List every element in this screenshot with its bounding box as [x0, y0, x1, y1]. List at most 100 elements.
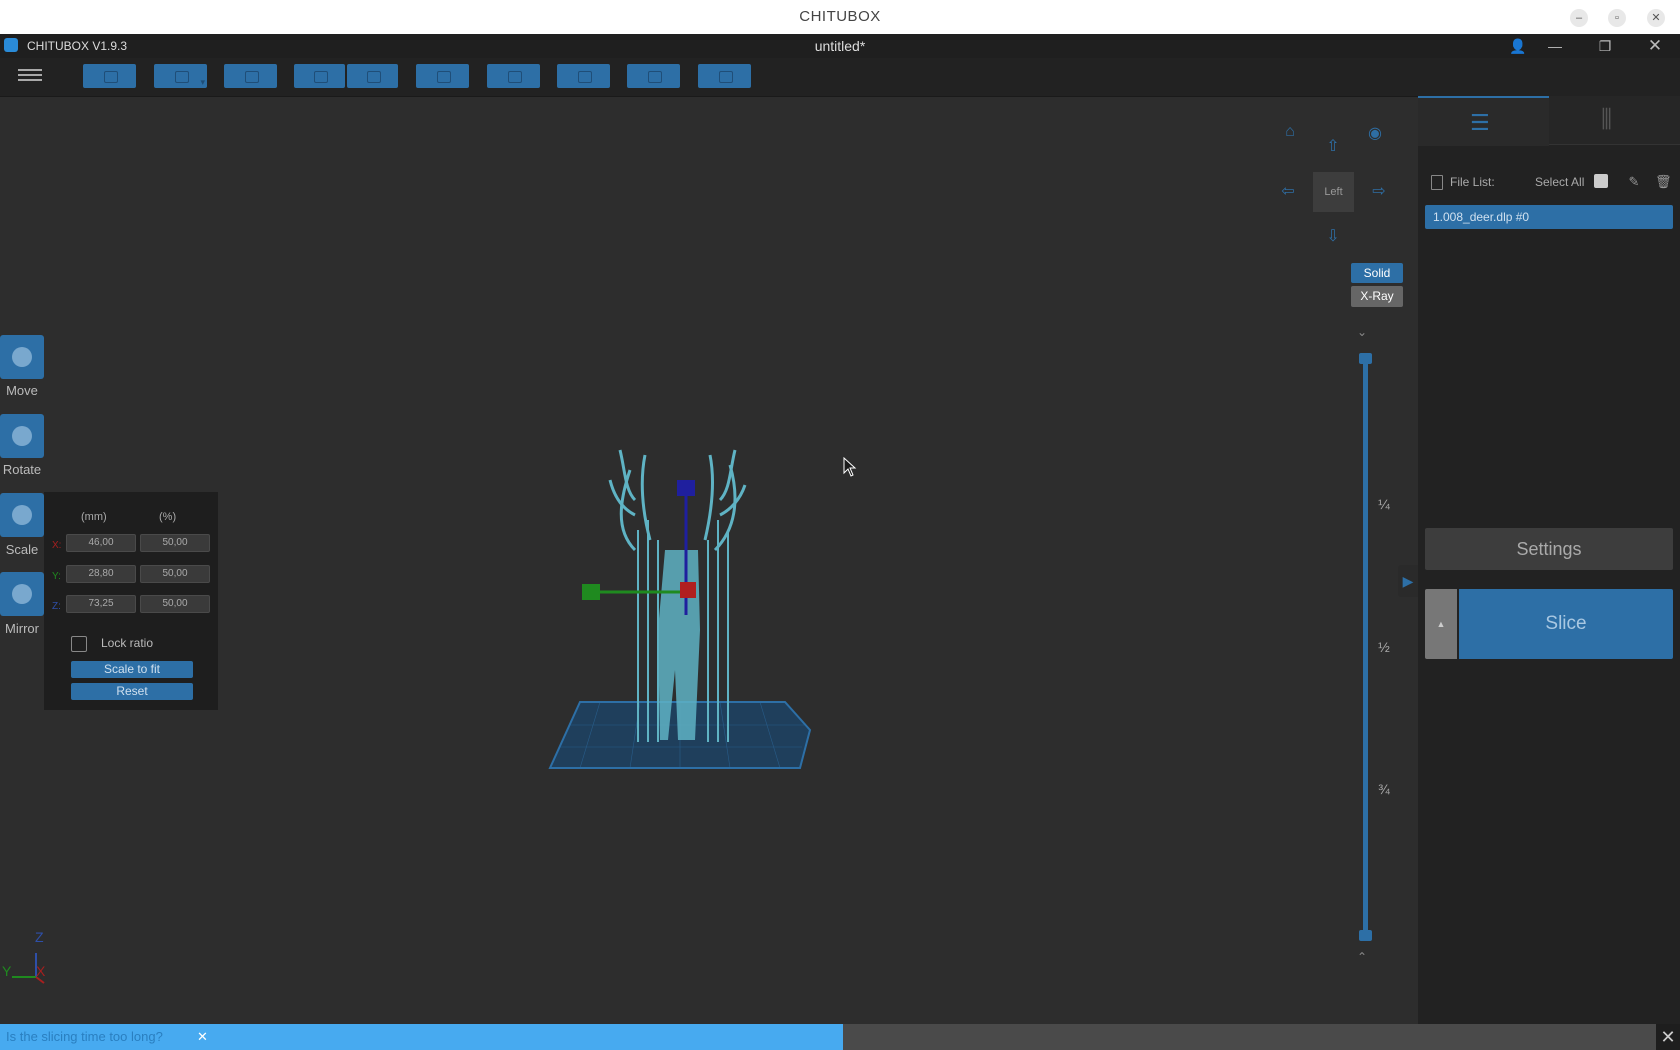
- scale-z-mm-input[interactable]: 73,25: [66, 595, 136, 613]
- notification-link[interactable]: Is the slicing time too long?: [6, 1024, 163, 1050]
- gizmo-z-handle[interactable]: [677, 480, 695, 496]
- save-button[interactable]: ▾: [154, 64, 207, 88]
- auto-layout-button[interactable]: [224, 64, 277, 88]
- file-list-item[interactable]: 1.008_deer.dlp #0: [1425, 205, 1673, 229]
- lock-ratio-label: Lock ratio: [101, 636, 154, 650]
- dig-hole-button[interactable]: [557, 64, 610, 88]
- edit-icon[interactable]: ✎: [1626, 174, 1642, 190]
- tab-print-settings[interactable]: ☰: [1418, 96, 1549, 146]
- copy-button[interactable]: [416, 64, 469, 88]
- rotate-icon: [12, 426, 32, 446]
- scale-tool-label: Scale: [5, 542, 39, 557]
- scale-icon: [12, 505, 32, 525]
- gizmo-x-handle[interactable]: [680, 582, 696, 598]
- chevron-down-icon[interactable]: ▾: [200, 77, 205, 88]
- layer-slider-top-handle[interactable]: [1359, 353, 1372, 364]
- move-icon: [12, 347, 32, 367]
- measure-button[interactable]: [627, 64, 680, 88]
- slider-down-chevron-icon[interactable]: ⌄: [1357, 325, 1367, 339]
- app-title-bar: [0, 34, 1680, 58]
- collapse-panel-arrow-icon[interactable]: ▶: [1398, 565, 1418, 597]
- hollow-icon: [507, 71, 522, 83]
- minimize-icon[interactable]: —: [1540, 34, 1570, 58]
- reset-button[interactable]: Reset: [71, 683, 193, 700]
- notification-bar-remainder: [843, 1024, 1656, 1050]
- xray-mode-button[interactable]: X-Ray: [1351, 286, 1403, 307]
- select-all-checkbox[interactable]: [1594, 174, 1608, 188]
- mirror-tool-button[interactable]: [0, 572, 44, 616]
- scale-y-mm-input[interactable]: 28,80: [66, 565, 136, 583]
- slice-button[interactable]: Slice: [1459, 589, 1673, 659]
- restore-icon[interactable]: ❐: [1590, 34, 1620, 58]
- redo-button[interactable]: [347, 64, 398, 88]
- layer-fraction-three-quarter: ¾: [1378, 781, 1390, 797]
- redo-icon: [366, 71, 381, 83]
- scale-z-label: Z:: [52, 601, 61, 612]
- slice-options-toggle[interactable]: ▲: [1425, 589, 1457, 659]
- lock-ratio-checkbox[interactable]: [71, 636, 87, 652]
- solid-mode-button[interactable]: Solid: [1351, 263, 1403, 283]
- os-close-icon[interactable]: ✕: [1647, 9, 1665, 27]
- eye-icon[interactable]: ◉: [1363, 122, 1387, 146]
- copy-icon: [436, 71, 451, 83]
- scale-to-fit-button[interactable]: Scale to fit: [71, 661, 193, 678]
- settings-button[interactable]: Settings: [1425, 528, 1673, 570]
- layout-icon: [244, 71, 259, 83]
- move-tool-button[interactable]: [0, 335, 44, 379]
- measure-icon: [647, 71, 662, 83]
- notification-close-icon[interactable]: ✕: [1656, 1024, 1680, 1050]
- supports-pillar-icon: ⫼: [1601, 106, 1613, 133]
- rotate-tool-button[interactable]: [0, 414, 44, 458]
- rotate-tool-label: Rotate: [2, 462, 42, 477]
- os-window-title: CHITUBOX: [799, 8, 881, 25]
- undo-icon: [313, 71, 328, 83]
- model-viewport-render[interactable]: [540, 440, 830, 780]
- layer-fraction-quarter: ¼: [1378, 496, 1390, 512]
- axis-y-label: Y: [2, 963, 12, 979]
- user-icon[interactable]: 👤: [1503, 34, 1533, 58]
- scale-x-label: X:: [52, 540, 62, 551]
- deer-body[interactable]: [658, 550, 700, 740]
- move-tool-label: Move: [6, 383, 38, 398]
- deer-model[interactable]: [608, 449, 747, 552]
- scale-y-label: Y:: [52, 571, 61, 582]
- scale-percent-header: (%): [159, 511, 177, 523]
- tab-supports[interactable]: ⫼: [1549, 96, 1680, 145]
- undo-button[interactable]: [294, 64, 345, 88]
- layer-slider-bottom-handle[interactable]: [1359, 930, 1372, 941]
- axis-z-label: Z: [35, 929, 44, 945]
- close-icon[interactable]: ✕: [1640, 34, 1670, 58]
- scale-x-mm-input[interactable]: 46,00: [66, 534, 136, 552]
- layer-fraction-half: ½: [1378, 639, 1390, 655]
- gizmo-y-handle[interactable]: [582, 584, 600, 600]
- open-folder-icon: [103, 71, 118, 83]
- open-file-button[interactable]: [83, 64, 136, 88]
- view-cube[interactable]: Left: [1313, 172, 1354, 212]
- slider-up-chevron-icon[interactable]: ⌃: [1357, 950, 1367, 964]
- hollow-button[interactable]: [487, 64, 540, 88]
- scale-x-percent-input[interactable]: 50,00: [140, 534, 210, 552]
- view-up-arrow-icon[interactable]: ⇧: [1321, 135, 1345, 159]
- pack-button[interactable]: [698, 64, 751, 88]
- view-left-arrow-icon[interactable]: ⇦: [1276, 180, 1300, 204]
- view-right-arrow-icon[interactable]: ⇨: [1367, 180, 1391, 204]
- hamburger-menu-icon[interactable]: [18, 66, 42, 86]
- axis-x-label: X: [36, 963, 46, 979]
- mirror-tool-label: Mirror: [5, 621, 39, 636]
- scale-y-percent-input[interactable]: 50,00: [140, 565, 210, 583]
- pack-icon: [718, 71, 733, 83]
- app-logo-icon: [4, 38, 18, 52]
- file-icon: [1431, 175, 1443, 190]
- mouse-cursor-icon: [843, 457, 857, 477]
- layer-slider-track[interactable]: [1363, 355, 1368, 940]
- app-name: CHITUBOX V1.9.3: [27, 39, 128, 53]
- notification-dismiss-icon[interactable]: ✕: [197, 1024, 208, 1050]
- home-view-icon[interactable]: ⌂: [1278, 120, 1302, 144]
- os-maximize-icon[interactable]: ▫: [1608, 9, 1626, 27]
- file-list-label: File List:: [1450, 175, 1495, 189]
- os-minimize-icon[interactable]: –: [1570, 9, 1588, 27]
- view-down-arrow-icon[interactable]: ⇩: [1321, 225, 1345, 249]
- scale-z-percent-input[interactable]: 50,00: [140, 595, 210, 613]
- scale-tool-button[interactable]: [0, 493, 44, 537]
- delete-icon[interactable]: 🗑: [1655, 174, 1672, 190]
